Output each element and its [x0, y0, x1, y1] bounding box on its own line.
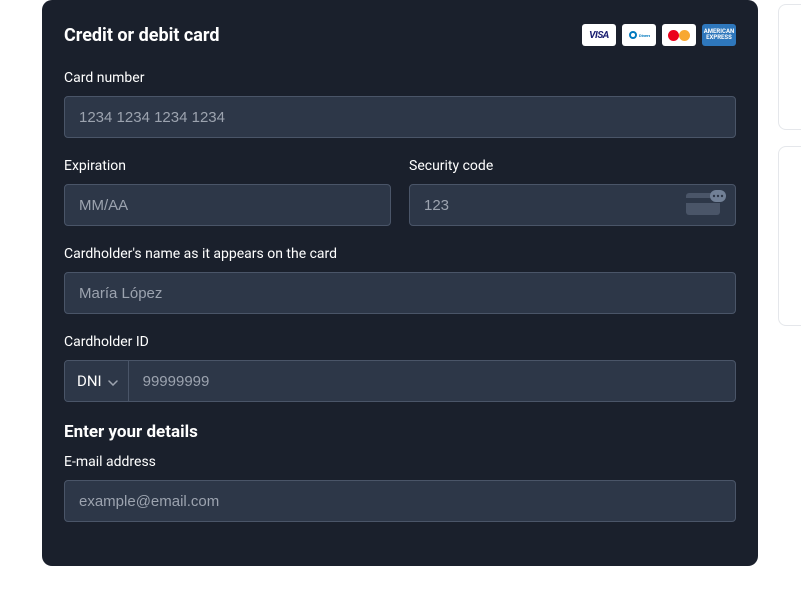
amex-icon: AMERICAN EXPRESS — [702, 24, 736, 46]
email-label: E-mail address — [64, 454, 736, 470]
chevron-down-icon — [108, 372, 118, 390]
id-type-select[interactable]: DNI — [65, 361, 129, 401]
mastercard-icon — [662, 24, 696, 46]
cardholder-name-label: Cardholder's name as it appears on the c… — [64, 246, 736, 262]
diners-icon: Diners — [622, 24, 656, 46]
security-code-input[interactable] — [409, 184, 736, 226]
card-number-group: Card number — [64, 70, 736, 138]
security-code-label: Security code — [409, 158, 736, 174]
panel-title: Credit or debit card — [64, 25, 220, 46]
card-number-label: Card number — [64, 70, 736, 86]
svg-text:Diners: Diners — [639, 33, 650, 38]
security-code-group: Security code — [409, 158, 736, 226]
expiration-group: Expiration — [64, 158, 391, 226]
expiration-input[interactable] — [64, 184, 391, 226]
cardholder-name-group: Cardholder's name as it appears on the c… — [64, 246, 736, 314]
panel-header: Credit or debit card VISA Diners AMERICA… — [64, 24, 736, 46]
cardholder-id-input[interactable] — [129, 361, 735, 401]
cardholder-id-group: Cardholder ID DNI — [64, 334, 736, 402]
expiration-label: Expiration — [64, 158, 391, 174]
email-group: E-mail address — [64, 454, 736, 522]
side-card-1 — [778, 4, 801, 130]
cardholder-id-label: Cardholder ID — [64, 334, 736, 350]
card-number-input[interactable] — [64, 96, 736, 138]
cardholder-name-input[interactable] — [64, 272, 736, 314]
card-brands-row: VISA Diners AMERICAN EXPRESS — [582, 24, 736, 46]
email-input[interactable] — [64, 480, 736, 522]
side-card-2 — [778, 146, 801, 326]
id-type-selected: DNI — [77, 372, 102, 390]
visa-icon: VISA — [582, 24, 616, 46]
details-section-title: Enter your details — [64, 422, 736, 442]
payment-form-panel: Credit or debit card VISA Diners AMERICA… — [42, 0, 758, 566]
